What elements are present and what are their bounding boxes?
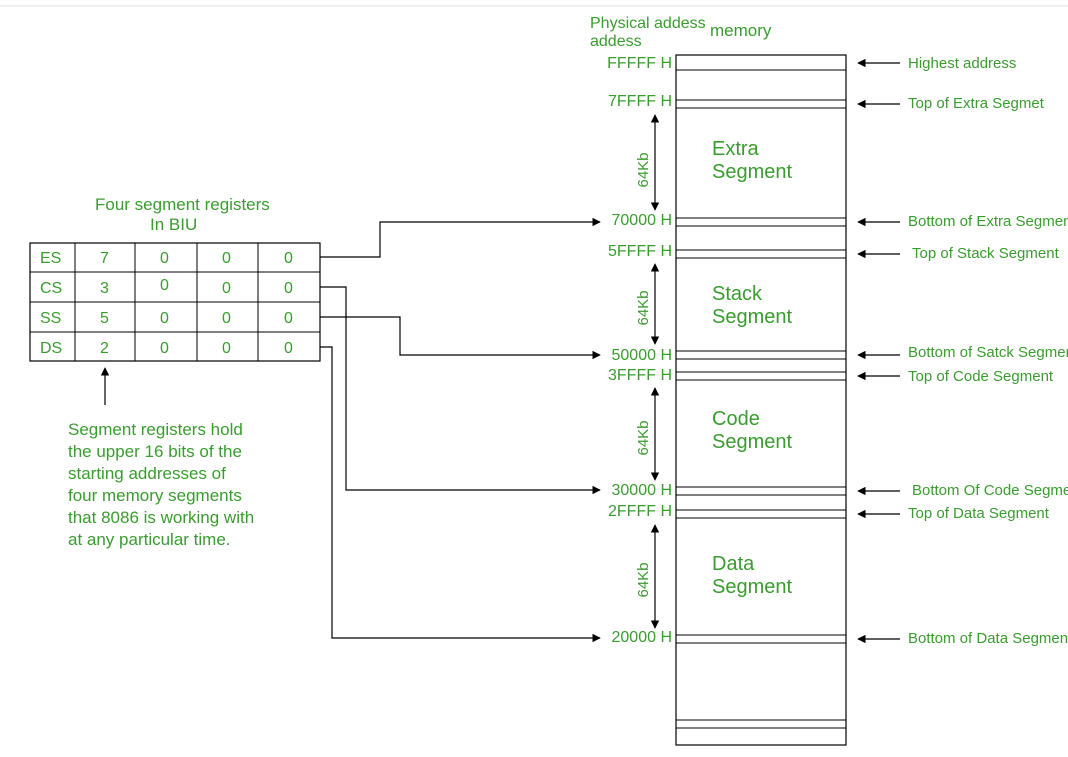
addr-20000: 20000 H: [612, 629, 673, 646]
memory-header: memory: [710, 21, 772, 40]
svg-text:Bottom of Satck Segment: Bottom of Satck Segment: [908, 344, 1068, 361]
svg-text:64Kb: 64Kb: [635, 420, 652, 455]
svg-text:Bottom of Extra Segment: Bottom of Extra Segment: [908, 213, 1068, 230]
svg-text:Bottom of Data Segment: Bottom of Data Segment: [908, 630, 1068, 647]
connector-ss: [320, 317, 600, 355]
note-l2: the upper 16 bits of the: [68, 442, 242, 461]
reg-ds-d2: 0: [222, 340, 231, 357]
reg-ss-name: SS: [40, 310, 61, 327]
memory-column: [676, 55, 846, 745]
reg-cs-d3: 0: [284, 280, 293, 297]
label-top-code: Top of Code Segment: [858, 368, 1054, 385]
reg-es-d3: 0: [284, 250, 293, 267]
svg-text:64Kb: 64Kb: [635, 152, 652, 187]
label-bottom-data: Bottom of Data Segment: [858, 630, 1068, 647]
physical-address-header: Physical addess: [590, 15, 706, 32]
label-top-stack: Top of Stack Segment: [858, 245, 1060, 262]
code-segment-l1: Code: [712, 408, 760, 430]
label-top-data: Top of Data Segment: [858, 505, 1050, 522]
reg-cs-d1: 0: [160, 277, 169, 294]
label-bottom-code: Bottom Of Code Segment: [858, 482, 1068, 499]
registers-title-l2: In BIU: [150, 215, 197, 234]
stack-segment-l2: Segment: [712, 306, 792, 328]
note-l5: that 8086 is working with: [68, 508, 254, 527]
reg-ds-name: DS: [40, 340, 62, 357]
label-bottom-extra: Bottom of Extra Segment: [858, 213, 1068, 230]
size-data: 64Kb: [635, 525, 655, 628]
code-segment-l2: Segment: [712, 431, 792, 453]
addr-3ffff: 3FFFF H: [608, 367, 672, 384]
reg-ds-d1: 0: [160, 340, 169, 357]
connector-ds: [320, 347, 600, 638]
stack-segment-l1: Stack: [712, 283, 763, 305]
note-l4: four memory segments: [68, 486, 242, 505]
reg-es-d2: 0: [222, 250, 231, 267]
label-bottom-stack: Bottom of Satck Segment: [858, 344, 1068, 361]
reg-ss-d0: 5: [100, 310, 109, 327]
registers-title-l1: Four segment registers: [95, 195, 270, 214]
svg-text:Top of Code Segment: Top of Code Segment: [908, 368, 1054, 385]
data-segment-l2: Segment: [712, 576, 792, 598]
addr-70000: 70000 H: [612, 212, 673, 229]
size-stack: 64Kb: [635, 264, 655, 344]
label-top-extra: Top of Extra Segmet: [858, 95, 1045, 112]
physical-address-header-l2: addess: [590, 33, 642, 50]
label-highest: Highest address: [858, 55, 1016, 72]
svg-text:Top of Extra Segmet: Top of Extra Segmet: [908, 95, 1045, 112]
note-l3: starting addresses of: [68, 464, 226, 483]
reg-cs-d0: 3: [100, 280, 109, 297]
reg-ss-d1: 0: [160, 310, 169, 327]
reg-ds-d3: 0: [284, 340, 293, 357]
note-l6: at any particular time.: [68, 530, 231, 549]
svg-text:64Kb: 64Kb: [635, 290, 652, 325]
addr-5ffff: 5FFFF H: [608, 243, 672, 260]
addr-7ffff: 7FFFF H: [608, 93, 672, 110]
addr-30000: 30000 H: [612, 482, 673, 499]
size-code: 64Kb: [635, 388, 655, 480]
svg-text:Top of Data Segment: Top of Data Segment: [908, 505, 1050, 522]
extra-segment-l1: Extra: [712, 138, 760, 160]
addr-50000: 50000 H: [612, 347, 673, 364]
reg-ss-d2: 0: [222, 310, 231, 327]
reg-ds-d0: 2: [100, 340, 109, 357]
connector-es: [320, 222, 600, 257]
note-l1: Segment registers hold: [68, 420, 243, 439]
addr-fffff: FFFFF H: [607, 55, 672, 72]
extra-segment-l2: Segment: [712, 161, 792, 183]
reg-es-name: ES: [40, 250, 61, 267]
svg-text:Top of Stack Segment: Top of Stack Segment: [912, 245, 1060, 262]
reg-ss-d3: 0: [284, 310, 293, 327]
register-table: [30, 243, 320, 361]
size-extra: 64Kb: [635, 115, 655, 210]
reg-es-d0: 7: [100, 250, 109, 267]
reg-cs-d2: 0: [222, 280, 231, 297]
data-segment-l1: Data: [712, 553, 755, 575]
svg-text:Bottom Of Code Segment: Bottom Of Code Segment: [912, 482, 1068, 499]
reg-cs-name: CS: [40, 280, 62, 297]
reg-es-d1: 0: [160, 250, 169, 267]
svg-text:64Kb: 64Kb: [635, 562, 652, 597]
addr-2ffff: 2FFFF H: [608, 503, 672, 520]
svg-text:Highest address: Highest address: [908, 55, 1016, 72]
